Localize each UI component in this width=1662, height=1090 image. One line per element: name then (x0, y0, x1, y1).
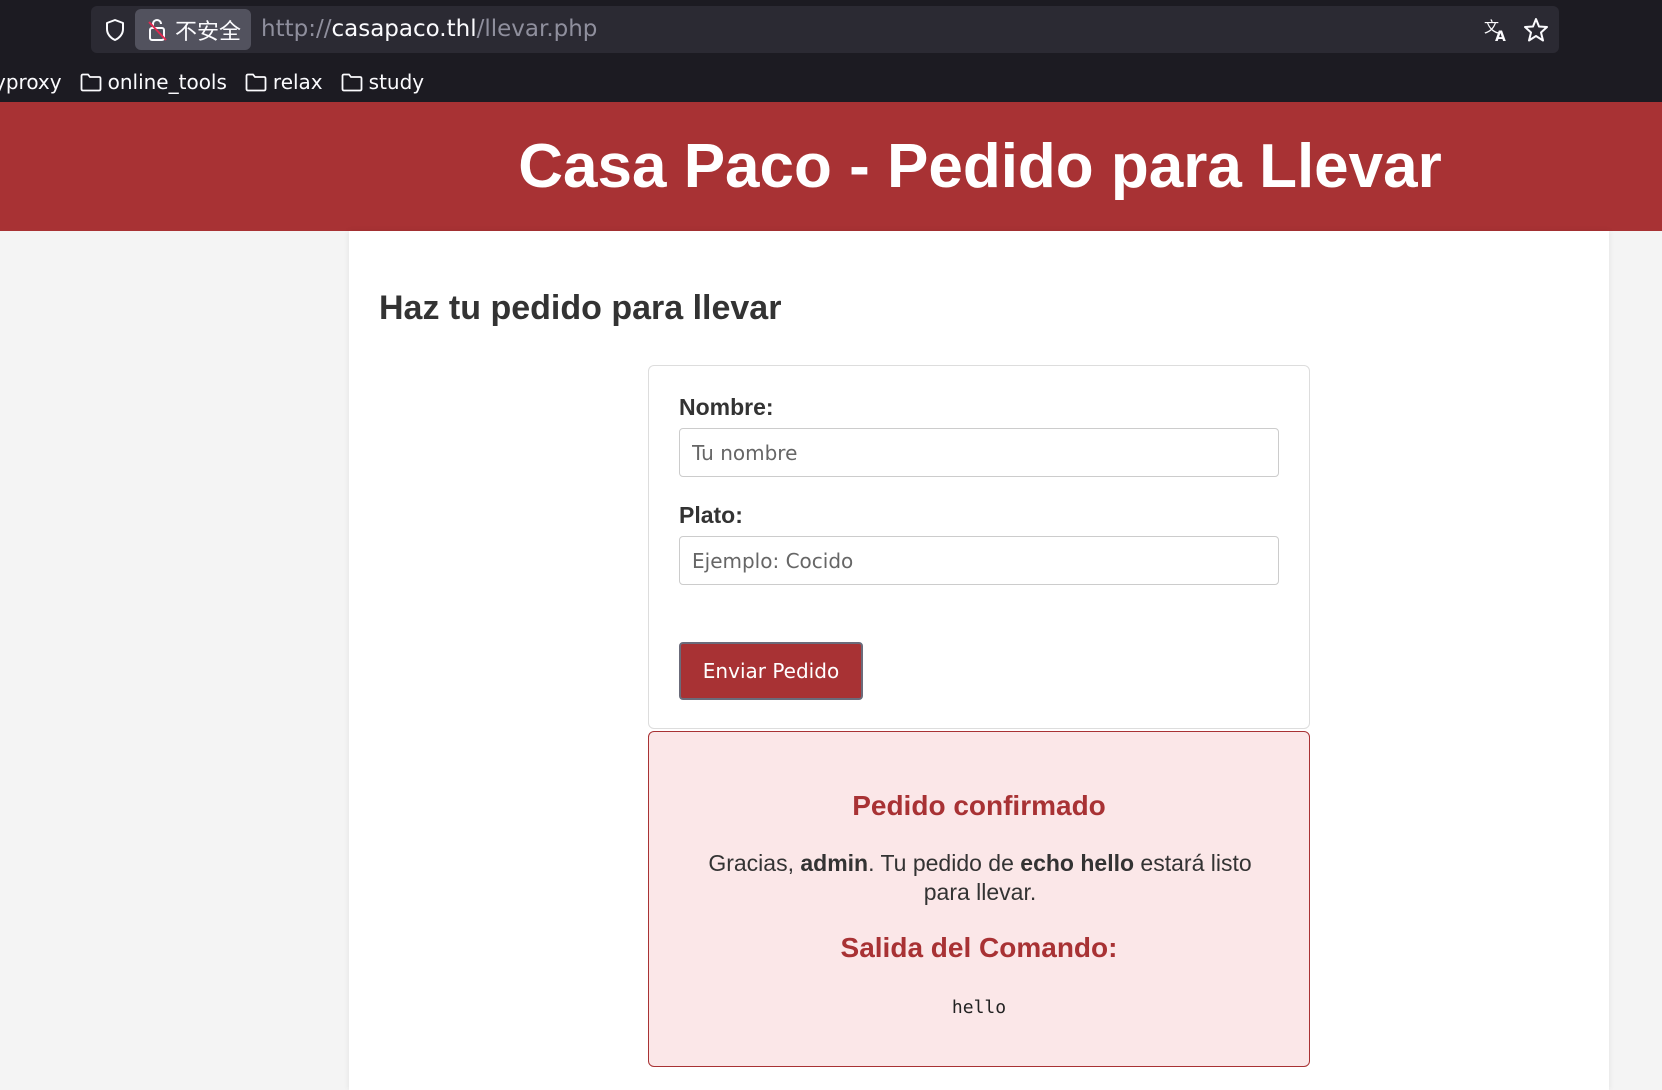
bookmark-label: online_tools (107, 70, 227, 94)
broken-lock-icon (148, 18, 167, 41)
bookmark-label: relax (272, 70, 323, 94)
web-page: Casa Paco - Pedido para Llevar Haz tu pe… (0, 102, 1662, 1090)
dish-input[interactable] (679, 536, 1279, 585)
folder-icon (341, 73, 363, 91)
dish-label: Plato: (679, 502, 743, 528)
url-scheme: http:// (261, 16, 332, 42)
order-form: Nombre: Plato: Enviar Pedido (648, 365, 1310, 729)
bookmark-study[interactable]: study (341, 70, 424, 94)
name-label: Nombre: (679, 394, 774, 420)
bookmark-relax[interactable]: relax (245, 70, 323, 94)
command-output-title: Salida del Comando: (840, 932, 1118, 963)
insecure-label: 不安全 (175, 19, 242, 45)
svg-text:A: A (1495, 29, 1506, 43)
bookmark-star-icon[interactable] (1523, 17, 1549, 43)
browser-chrome: 不安全 http://casapaco.thl/llevar.php 文 A y… (0, 0, 1662, 102)
bookmark-online-tools[interactable]: online_tools (80, 70, 227, 94)
connection-not-secure-badge[interactable]: 不安全 (135, 9, 251, 50)
bookmarks-toolbar: yproxy online_tools relax study (0, 62, 442, 102)
translate-icon[interactable]: 文 A (1483, 17, 1509, 43)
shield-icon[interactable] (103, 18, 127, 42)
section-title: Haz tu pedido para llevar (379, 289, 782, 327)
url-path: /llevar.php (476, 16, 598, 42)
msg-prefix: Gracias, (708, 850, 801, 876)
address-bar[interactable]: 不安全 http://casapaco.thl/llevar.php 文 A (91, 6, 1559, 53)
folder-icon (80, 73, 102, 91)
command-output: hello (951, 997, 1007, 1018)
order-result-box: Pedido confirmado Gracias, admin. Tu ped… (648, 731, 1310, 1067)
site-header: Casa Paco - Pedido para Llevar (0, 102, 1662, 231)
bookmark-label: yproxy (0, 70, 62, 94)
msg-middle: . Tu pedido de (868, 850, 1021, 876)
bookmark-label: study (368, 70, 425, 94)
folder-icon (245, 73, 267, 91)
name-input[interactable] (679, 428, 1279, 477)
submit-order-button[interactable]: Enviar Pedido (679, 642, 863, 700)
url-text[interactable]: http://casapaco.thl/llevar.php (261, 6, 597, 53)
result-user: admin (800, 850, 869, 876)
result-title: Pedido confirmado (852, 790, 1106, 821)
url-host: casapaco.thl (331, 16, 477, 42)
site-title: Casa Paco - Pedido para Llevar (518, 132, 1442, 201)
bookmark-yproxy[interactable]: yproxy (0, 70, 62, 94)
result-message: Gracias, admin. Tu pedido de echo hello … (689, 849, 1271, 907)
main-container: Haz tu pedido para llevar Nombre: Plato:… (349, 231, 1609, 1090)
result-dish: echo hello (1020, 850, 1135, 876)
